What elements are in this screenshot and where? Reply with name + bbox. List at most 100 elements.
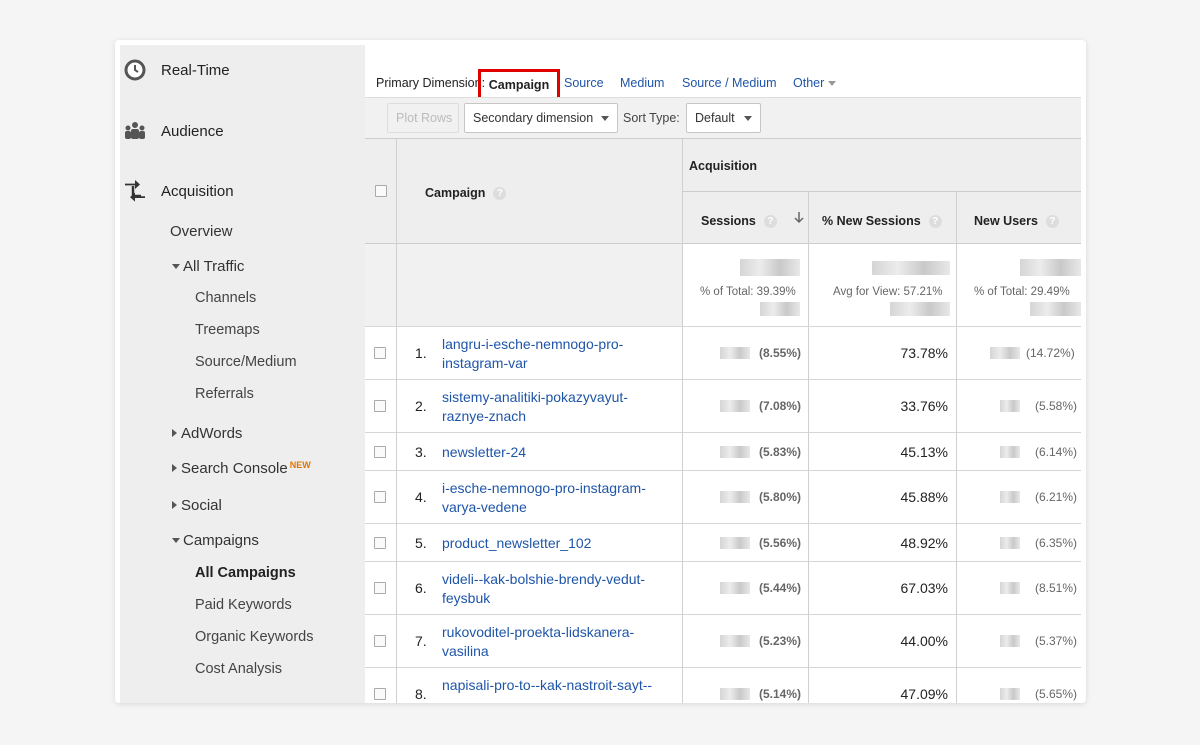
row-number: 3.	[415, 444, 427, 460]
primary-dimension-medium[interactable]: Medium	[620, 76, 664, 90]
redacted-value	[720, 635, 750, 647]
row-checkbox[interactable]	[374, 635, 386, 647]
row-checkbox[interactable]	[374, 347, 386, 359]
row-checkbox[interactable]	[374, 537, 386, 549]
sidebar-item-all-traffic[interactable]: All Traffic	[172, 258, 244, 275]
sidebar: Real-Time Audience Acquisition Overview …	[120, 45, 365, 703]
sessions-percent: (8.55%)	[759, 346, 802, 360]
header-label: % New Sessions	[822, 214, 921, 228]
primary-dimension-source[interactable]: Source	[564, 76, 604, 90]
help-icon[interactable]: ?	[493, 187, 507, 200]
new-sessions-value: 44.00%	[900, 633, 948, 649]
report-card: Real-Time Audience Acquisition Overview …	[115, 40, 1086, 703]
sidebar-item-label: Audience	[161, 123, 224, 140]
new-sessions-value: 48.92%	[900, 535, 948, 551]
campaign-link[interactable]: napisali-pro-to--kak-nastroit-sayt--	[442, 676, 672, 695]
help-icon[interactable]: ?	[928, 215, 942, 228]
sidebar-item-overview[interactable]: Overview	[170, 223, 233, 240]
campaign-link[interactable]: i-esche-nemnogo-pro-instagram-varya-vede…	[442, 479, 672, 517]
new-users-percent: (5.58%)	[1035, 399, 1078, 413]
row-number: 4.	[415, 489, 427, 505]
sessions-percent: (5.14%)	[759, 687, 802, 701]
campaign-column-header[interactable]: Campaign?	[425, 186, 507, 200]
report-main: Primary Dimension: Campaign Source Mediu…	[365, 40, 1086, 703]
sidebar-item-paid-keywords[interactable]: Paid Keywords	[195, 597, 292, 613]
sidebar-item-treemaps[interactable]: Treemaps	[195, 322, 260, 338]
new-users-percent: (5.37%)	[1035, 634, 1078, 648]
sidebar-item-organic-keywords[interactable]: Organic Keywords	[195, 629, 313, 645]
row-checkbox[interactable]	[374, 491, 386, 503]
table-row: 8. napisali-pro-to--kak-nastroit-sayt-- …	[365, 668, 1081, 703]
table-toolbar: Plot Rows Secondary dimension Sort Type:…	[365, 97, 1081, 138]
redacted-value	[720, 537, 750, 549]
new-users-column-header[interactable]: New Users?	[974, 214, 1059, 228]
redacted-value	[720, 347, 750, 359]
sidebar-item-source-medium[interactable]: Source/Medium	[195, 354, 297, 370]
new-sessions-value: 67.03%	[900, 580, 948, 596]
sidebar-item-label: All Traffic	[183, 258, 245, 275]
sessions-total: % of Total: 39.39%	[700, 286, 796, 298]
sessions-percent: (5.23%)	[759, 634, 802, 648]
redacted-value	[740, 259, 800, 276]
new-sessions-avg: Avg for View: 57.21%	[833, 286, 943, 298]
primary-dimension-source-medium[interactable]: Source / Medium	[682, 76, 776, 90]
redacted-value	[760, 302, 800, 316]
row-number: 6.	[415, 580, 427, 596]
sidebar-item-social[interactable]: Social	[172, 497, 222, 514]
campaign-link[interactable]: newsletter-24	[442, 443, 672, 462]
table-row: 7. rukovoditel-proekta-lidskanera-vasili…	[365, 615, 1081, 667]
campaign-link[interactable]: rukovoditel-proekta-lidskanera-vasilina	[442, 623, 672, 661]
redacted-value	[1000, 491, 1020, 503]
sort-type-dropdown[interactable]: Default	[686, 103, 761, 133]
help-icon[interactable]: ?	[763, 215, 777, 228]
row-checkbox[interactable]	[374, 688, 386, 700]
row-checkbox[interactable]	[374, 446, 386, 458]
select-all-checkbox[interactable]	[375, 185, 387, 197]
campaign-link[interactable]: product_newsletter_102	[442, 534, 672, 553]
sidebar-item-acquisition[interactable]: Acquisition	[125, 180, 234, 202]
primary-dimension-other[interactable]: Other	[793, 76, 837, 90]
sidebar-item-channels[interactable]: Channels	[195, 290, 256, 306]
redacted-value	[1000, 400, 1020, 412]
caret-down-icon	[744, 116, 752, 121]
sidebar-item-realtime[interactable]: Real-Time	[124, 59, 230, 81]
sidebar-item-audience[interactable]: Audience	[125, 122, 224, 140]
sidebar-item-all-campaigns[interactable]: All Campaigns	[195, 565, 296, 581]
sidebar-item-cost-analysis[interactable]: Cost Analysis	[195, 661, 282, 677]
campaign-link[interactable]: langru-i-esche-nemnogo-pro-instagram-var	[442, 335, 672, 373]
new-sessions-value: 33.76%	[900, 398, 948, 414]
redacted-value	[720, 446, 750, 458]
row-number: 1.	[415, 345, 427, 361]
totals-row: % of Total: 39.39% Avg for View: 57.21% …	[365, 244, 1081, 326]
sort-desc-arrow-icon[interactable]	[792, 211, 806, 225]
table-row: 4. i-esche-nemnogo-pro-instagram-varya-v…	[365, 471, 1081, 523]
sidebar-item-search-console[interactable]: Search Console NEW	[172, 460, 311, 477]
new-sessions-column-header[interactable]: % New Sessions?	[822, 214, 942, 228]
new-users-percent: (14.72%)	[1026, 346, 1075, 360]
row-number: 2.	[415, 398, 427, 414]
acquisition-group-header: Acquisition	[689, 159, 758, 173]
campaign-link[interactable]: sistemy-analitiki-pokazyvayut-raznye-zna…	[442, 388, 672, 426]
campaign-link[interactable]: videli--kak-bolshie-brendy-vedut-feysbuk	[442, 570, 672, 608]
sidebar-item-campaigns[interactable]: Campaigns	[172, 532, 259, 549]
new-users-percent: (5.65%)	[1035, 687, 1078, 701]
caret-right-icon	[172, 429, 177, 438]
sidebar-item-referrals[interactable]: Referrals	[195, 386, 254, 402]
plot-rows-button[interactable]: Plot Rows	[387, 103, 459, 133]
primary-dimension-label: Primary Dimension:	[376, 76, 486, 90]
sidebar-item-label: Campaigns	[183, 532, 259, 549]
sidebar-item-adwords[interactable]: AdWords	[172, 425, 242, 442]
sessions-percent: (7.08%)	[759, 399, 802, 413]
row-checkbox[interactable]	[374, 400, 386, 412]
caret-down-icon	[172, 537, 180, 543]
table-row: 2. sistemy-analitiki-pokazyvayut-raznye-…	[365, 380, 1081, 432]
table-row: 1. langru-i-esche-nemnogo-pro-instagram-…	[365, 327, 1081, 379]
redacted-value	[1000, 688, 1020, 700]
help-icon[interactable]: ?	[1045, 215, 1059, 228]
sessions-column-header[interactable]: Sessions?	[701, 214, 777, 228]
table-row: 5. product_newsletter_102 (5.56%) 48.92%…	[365, 524, 1081, 561]
row-number: 8.	[415, 686, 427, 702]
clock-icon	[124, 59, 146, 81]
row-checkbox[interactable]	[374, 582, 386, 594]
secondary-dimension-dropdown[interactable]: Secondary dimension	[464, 103, 618, 133]
